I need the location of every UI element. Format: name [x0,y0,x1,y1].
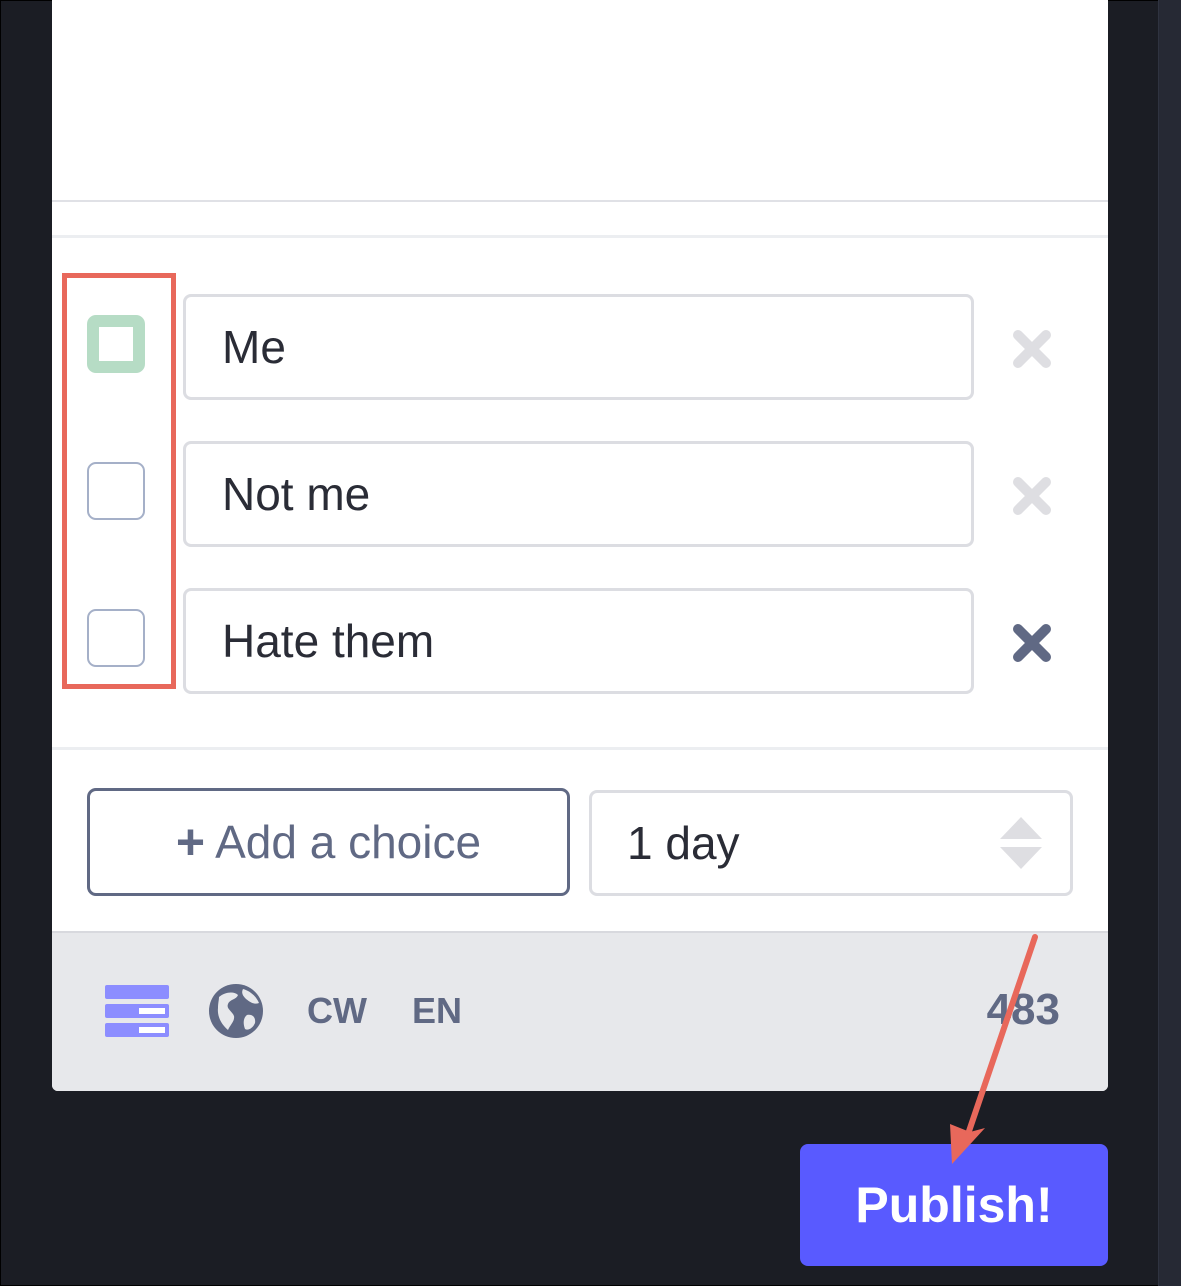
visibility-button[interactable] [208,981,264,1041]
language-label: EN [412,990,463,1031]
remove-option-button[interactable] [1007,618,1057,668]
poll-option-checkbox[interactable] [87,315,145,373]
poll-option-row: Not me [52,441,1108,547]
poll-option-input[interactable]: Not me [183,441,974,547]
select-arrows-icon [1000,817,1042,869]
compose-form: Me Not me Hate them + Add a choice 1 day… [52,0,1108,1091]
remove-option-button[interactable] [1007,324,1057,374]
character-counter: 483 [986,985,1060,1034]
content-warning-button[interactable]: CW [307,981,367,1041]
poll-option-input[interactable]: Hate them [183,588,974,694]
poll-option-checkbox[interactable] [87,609,145,667]
poll-duration-select[interactable]: 1 day [589,790,1073,896]
poll-option-input[interactable]: Me [183,294,974,400]
content-warning-label: CW [307,990,367,1031]
close-icon [1013,330,1051,368]
close-icon [1013,477,1051,515]
poll-option-checkbox[interactable] [87,462,145,520]
remove-option-button[interactable] [1007,471,1057,521]
poll-option-row: Me [52,294,1108,400]
publish-button[interactable]: Publish! [800,1144,1108,1266]
status-textarea[interactable] [52,0,1108,202]
language-button[interactable]: EN [412,981,462,1041]
compose-footer: CW EN 483 [52,931,1108,1091]
add-choice-label: Add a choice [215,816,482,868]
globe-icon [209,984,263,1038]
divider-top [52,235,1108,238]
poll-icon [105,985,169,1037]
plus-icon: + [175,814,206,870]
close-icon [1013,624,1051,662]
divider-bottom [52,747,1108,750]
poll-duration-value: 1 day [627,817,740,869]
poll-option-row: Hate them [52,588,1108,694]
poll-toggle-button[interactable] [105,981,169,1041]
add-choice-button[interactable]: + Add a choice [87,788,570,896]
scrollbar[interactable] [1158,0,1181,1286]
